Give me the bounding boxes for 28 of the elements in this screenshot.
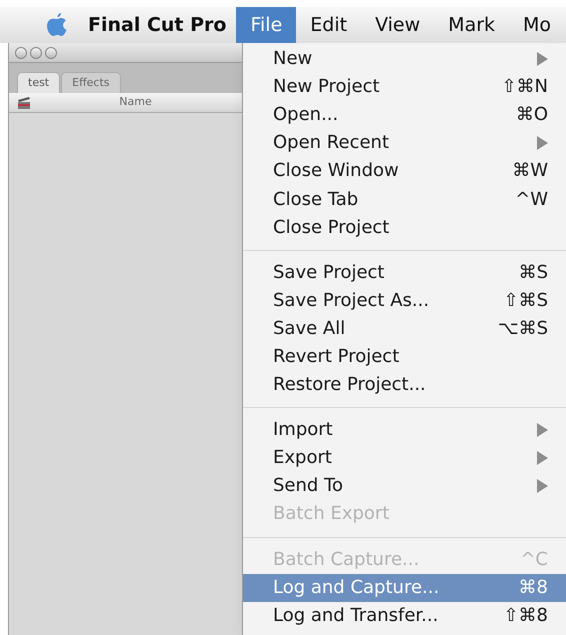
menu-title[interactable]: Mark bbox=[434, 7, 510, 43]
window-control-icon[interactable] bbox=[45, 46, 57, 58]
menu-item[interactable]: Save Project ⌘S bbox=[243, 258, 566, 287]
app-menu[interactable]: Final Cut Pro bbox=[88, 10, 226, 40]
column-title: Name bbox=[118, 94, 153, 110]
menu-item[interactable]: Close Tab ^W bbox=[243, 185, 566, 214]
menu-item[interactable]: Export bbox=[243, 444, 566, 472]
menu-item[interactable]: Close Window ⌘W bbox=[243, 157, 566, 186]
menu-item[interactable]: Log and Transfer... ⇧⌘8 bbox=[243, 602, 566, 630]
menu-title[interactable]: View bbox=[361, 7, 434, 43]
menu-item[interactable]: Restore Project... bbox=[243, 371, 566, 400]
window-control-icon[interactable] bbox=[15, 46, 27, 58]
menu-item[interactable]: Save All ⌥⌘S bbox=[243, 314, 566, 343]
tab[interactable]: test bbox=[17, 72, 60, 93]
menu-title[interactable]: File bbox=[236, 7, 296, 43]
apple-logo-icon[interactable] bbox=[46, 12, 68, 38]
menu-item[interactable]: New bbox=[243, 45, 566, 74]
menu-item[interactable]: Send To bbox=[243, 472, 566, 500]
menu-item[interactable]: Open Recent bbox=[243, 129, 566, 158]
menu-item[interactable]: Close Project bbox=[243, 214, 566, 242]
clapperboard-icon bbox=[17, 96, 31, 108]
tab[interactable]: Effects bbox=[61, 72, 121, 93]
menu-title[interactable]: Edit bbox=[296, 7, 362, 43]
menu-item[interactable]: Revert Project bbox=[243, 342, 566, 372]
window-control-icon[interactable] bbox=[30, 46, 42, 58]
menu-item[interactable]: Save Project As... ⇧⌘S bbox=[243, 286, 566, 315]
menu-title[interactable]: Mo bbox=[509, 7, 566, 43]
menu-item[interactable]: Import bbox=[243, 416, 566, 444]
